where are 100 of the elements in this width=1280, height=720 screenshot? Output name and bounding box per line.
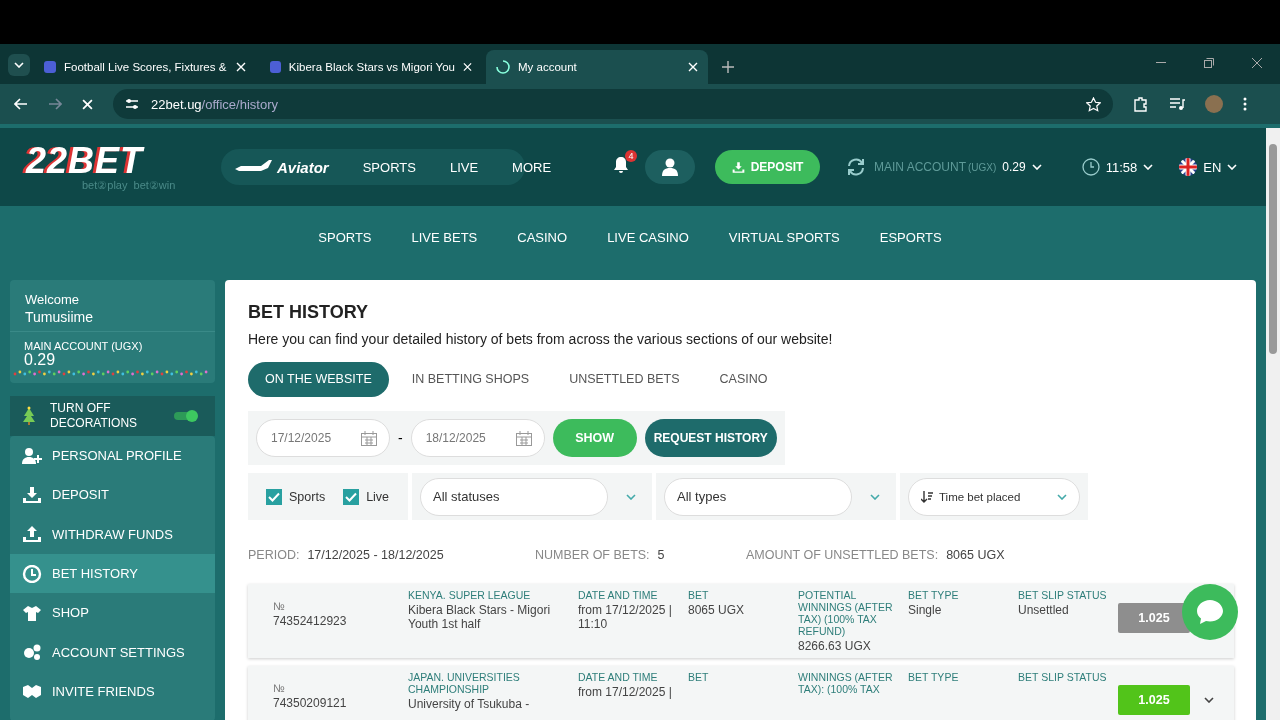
request-history-button[interactable]: REQUEST HISTORY <box>644 419 777 457</box>
star-icon[interactable] <box>1086 96 1101 112</box>
checkbox-label: Live <box>366 489 390 504</box>
user-name: Tumusiime <box>25 309 94 325</box>
checkbox[interactable] <box>266 488 282 505</box>
chat-bubble-icon <box>1195 598 1225 626</box>
puzzle-icon[interactable] <box>1133 96 1149 112</box>
handshake-icon <box>22 682 42 701</box>
winnings-amount: 8266.63 UGX <box>798 639 872 653</box>
language-selector[interactable]: EN <box>1203 159 1222 175</box>
calendar-icon[interactable] <box>515 430 532 446</box>
balance: 0.29 <box>24 352 57 368</box>
sort-value: Time bet placed <box>939 490 1022 503</box>
date-label: DATE AND TIME <box>578 589 659 601</box>
date-label: DATE AND TIME <box>578 671 659 683</box>
league-name: JAPAN. UNIVERSITIES CHAMPIONSHIP <box>408 671 521 695</box>
date-value: 17/12/2025 <box>271 431 332 445</box>
notification-badge: 4 <box>625 150 637 162</box>
winnings-label: POTENTIAL WINNINGS (AFTER TAX) (100% TAX REFUND) <box>798 589 894 637</box>
scrollbar[interactable] <box>1266 128 1280 720</box>
browser-tab[interactable]: My account <box>486 50 708 84</box>
chevron-down-icon <box>1143 164 1154 170</box>
time-display[interactable]: 11:58 <box>1105 159 1138 175</box>
bell-icon[interactable] <box>613 156 629 174</box>
tab-title: Kibera Black Stars vs Migori You <box>288 61 455 73</box>
bet-number: 74352412923 <box>273 614 348 628</box>
summary-value: 5 <box>657 548 665 562</box>
nav-link[interactable]: MORE <box>512 159 552 175</box>
minimize-icon[interactable] <box>1156 62 1166 64</box>
history-tab[interactable]: IN BETTING SHOPS <box>394 362 547 397</box>
type-label: BET TYPE <box>908 671 960 683</box>
shirt-icon <box>22 603 42 622</box>
type-select[interactable]: All types <box>664 477 852 516</box>
aviator-link[interactable]: Aviator <box>277 158 329 176</box>
date-field[interactable]: 18/12/2025 <box>410 419 545 457</box>
expand-button[interactable] <box>1204 697 1214 703</box>
url-text: 22bet.ug/office/history <box>151 96 279 112</box>
menu-item[interactable]: WITHDRAW FUNDS <box>10 514 215 554</box>
gears-icon <box>22 643 42 662</box>
sort-icon <box>921 490 933 503</box>
menu-item[interactable]: BET HISTORY <box>10 553 215 594</box>
section-link[interactable]: LIVE CASINO <box>587 229 709 245</box>
section-link[interactable]: CASINO <box>497 229 588 245</box>
checkbox[interactable] <box>343 488 360 505</box>
upload-icon <box>22 525 42 544</box>
chevron-down-icon <box>1057 493 1067 500</box>
balance[interactable]: 0.29 <box>1002 160 1026 174</box>
date-field[interactable]: 17/12/2025 <box>256 419 390 457</box>
section-link[interactable]: SPORTS <box>298 229 392 245</box>
browser-tab[interactable]: Kibera Black Stars vs Migori You <box>260 50 482 84</box>
bet-number: 74350209121 <box>273 696 348 710</box>
logo[interactable]: 22BET <box>26 142 221 179</box>
chevron-down-icon <box>626 493 636 500</box>
nav-link[interactable]: SPORTS <box>362 159 416 175</box>
forward-icon[interactable] <box>48 98 62 110</box>
address-field[interactable]: 22bet.ug/office/history <box>113 89 1113 119</box>
section-link[interactable]: LIVE BETS <box>391 229 498 245</box>
menu-item[interactable]: DEPOSIT <box>10 475 215 515</box>
site-settings-icon[interactable] <box>125 98 139 110</box>
bet-row[interactable] <box>248 584 1234 658</box>
summary-label: NUMBER OF BETS: <box>535 548 650 562</box>
league-name: KENYA. SUPER LEAGUE <box>408 589 532 601</box>
history-tab[interactable]: CASINO <box>702 362 785 397</box>
sort-select[interactable]: Time bet placed <box>908 477 1080 516</box>
account-label: MAIN ACCOUNT (UGX) <box>24 340 144 352</box>
chevron-down-icon <box>1031 164 1042 170</box>
chevron-down-icon <box>1204 697 1214 703</box>
menu-item[interactable]: INVITE FRIENDS <box>10 671 215 712</box>
back-icon[interactable] <box>14 98 28 110</box>
more-icon[interactable] <box>1243 97 1247 111</box>
loading-icon <box>496 60 510 74</box>
section-link[interactable]: VIRTUAL SPORTS <box>708 229 860 245</box>
menu-item[interactable]: PERSONAL PROFILE <box>10 436 215 476</box>
match-name: University of Tsukuba - <box>408 697 531 711</box>
refresh-icon[interactable] <box>846 157 866 177</box>
menu-item[interactable]: SHOP <box>10 593 215 633</box>
decorations-toggle[interactable] <box>174 412 196 420</box>
stop-icon[interactable] <box>82 98 93 110</box>
number-label: № <box>273 599 286 614</box>
new-tab-icon[interactable] <box>722 61 734 73</box>
menu-item[interactable]: ACCOUNT SETTINGS <box>10 632 215 672</box>
calendar-icon[interactable] <box>361 430 377 446</box>
media-icon[interactable] <box>1169 97 1185 111</box>
close-icon[interactable] <box>1252 58 1262 68</box>
section-link[interactable]: ESPORTS <box>859 229 962 245</box>
bet-row[interactable]: № 74350209121 JAPAN. UNIVERSITIES CHAMPIONSHIP University of Tsukuba - DATE AND TIME from 17/12/2025 | BET WINNINGS (AFTER TAX): (100% TAX BET TYPE BET SLIP STATUS 1.025 <box>248 666 1234 720</box>
status-select[interactable]: All statuses <box>420 477 608 516</box>
site-icon <box>270 61 281 73</box>
winnings-label: WINNINGS (AFTER TAX): (100% TAX <box>798 671 894 695</box>
summary-value: 8065 UGX <box>946 548 1005 562</box>
tab-search-button[interactable] <box>8 54 30 76</box>
history-tab[interactable]: UNSETTLED BETS <box>552 362 697 397</box>
type-label: BET TYPE <box>908 589 960 601</box>
nav-link[interactable]: LIVE <box>449 159 479 175</box>
bet-label: BET <box>688 671 710 683</box>
profile-button[interactable] <box>645 150 695 184</box>
restore-icon[interactable] <box>1204 58 1214 68</box>
odds-badge: 1.025 <box>1118 685 1190 715</box>
history-tab[interactable]: ON THE WEBSITE <box>248 362 389 397</box>
browser-tab[interactable]: Football Live Scores, Fixtures & <box>34 50 256 84</box>
